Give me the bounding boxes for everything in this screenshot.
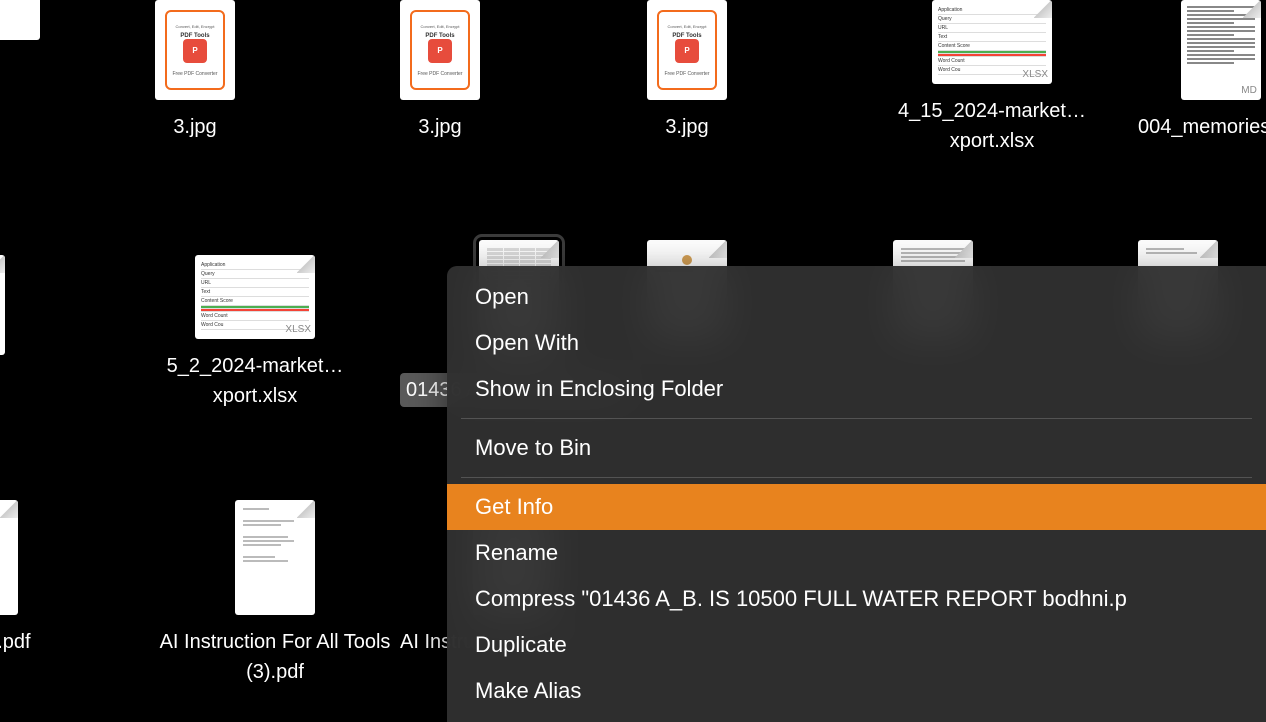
- file-item-3jpg-3[interactable]: Convert, Edit, Encrypt PDF Tools P Free …: [647, 0, 727, 142]
- file-item-3jpg-2[interactable]: Convert, Edit, Encrypt PDF Tools P Free …: [400, 0, 480, 142]
- file-item-partial-pdf[interactable]: n For .pdf: [0, 500, 31, 657]
- file-label: 004_memories.md: [1138, 112, 1266, 142]
- menu-open[interactable]: Open: [447, 274, 1266, 320]
- xlsx-row: URL: [201, 279, 309, 288]
- pdf-icon: P: [183, 39, 207, 63]
- pdf-tools-thumb: Convert, Edit, Encrypt PDF Tools P Free …: [657, 10, 717, 90]
- file-icon: Convert, Edit, Encrypt PDF Tools P Free …: [155, 0, 235, 100]
- file-item-partial-xlsx[interactable]: .xlsx: [0, 255, 5, 397]
- xlsx-badge: XLSX: [285, 324, 311, 335]
- menu-rename[interactable]: Rename: [447, 530, 1266, 576]
- xlsx-row: Text: [938, 33, 1046, 42]
- menu-get-info[interactable]: Get Info: [447, 484, 1266, 530]
- pdf-top-label: Convert, Edit, Encrypt: [668, 24, 707, 29]
- pdf-top-label: Convert, Edit, Encrypt: [176, 24, 215, 29]
- file-label: AI Instruction For All Tools (3).pdf: [155, 627, 395, 687]
- xlsx-row: Word Count: [201, 312, 309, 321]
- pdf-title: PDF Tools: [672, 33, 701, 39]
- dog-ear-icon: [297, 255, 315, 273]
- menu-move-to-bin[interactable]: Move to Bin: [447, 425, 1266, 471]
- file-icon: Application Query URL Text Content Score…: [195, 255, 315, 339]
- xlsx-row: Content Score: [938, 42, 1046, 51]
- file-label: 3.jpg: [665, 112, 708, 142]
- file-icon: Convert, Edit, Encrypt PDF Tools P Free …: [647, 0, 727, 100]
- file-label: 5_2_2024-market…xport.xlsx: [135, 351, 375, 411]
- xlsx-row: Text: [201, 288, 309, 297]
- xlsx-row: Word Count: [938, 57, 1046, 66]
- dog-ear-icon: [1243, 0, 1261, 18]
- file-label: 4_15_2024-market…xport.xlsx: [872, 96, 1112, 156]
- file-icon: [0, 255, 5, 355]
- menu-separator: [461, 418, 1252, 419]
- pdf-bottom-label: Free PDF Converter: [417, 71, 462, 77]
- menu-separator: [461, 477, 1252, 478]
- pdf-icon: P: [428, 39, 452, 63]
- pdf-tools-thumb: Convert, Edit, Encrypt PDF Tools P Free …: [410, 10, 470, 90]
- file-item-xlsx-2[interactable]: Application Query URL Text Content Score…: [135, 255, 375, 411]
- menu-show-in-folder[interactable]: Show in Enclosing Folder: [447, 366, 1266, 412]
- emblem-icon: [682, 255, 692, 265]
- xlsx-row: Query: [201, 270, 309, 279]
- file-icon: Convert, Edit, Encrypt PDF Tools P Free …: [400, 0, 480, 100]
- pdf-bottom-label: Free PDF Converter: [664, 71, 709, 77]
- file-item-md[interactable]: MD 004_memories.md: [1138, 0, 1266, 142]
- dog-ear-icon: [1034, 0, 1052, 18]
- dog-ear-icon: [0, 500, 18, 518]
- xlsx-row: Application: [201, 261, 309, 270]
- file-icon: [235, 500, 315, 615]
- pdf-tools-thumb: Convert, Edit, Encrypt PDF Tools P Free …: [165, 10, 225, 90]
- pdf-top-label: Convert, Edit, Encrypt: [421, 24, 460, 29]
- file-item-partial-1[interactable]: [0, 0, 40, 40]
- menu-duplicate[interactable]: Duplicate: [447, 622, 1266, 668]
- dog-ear-icon: [709, 240, 727, 258]
- file-icon: MD: [1181, 0, 1261, 100]
- file-label: 3.jpg: [418, 112, 461, 142]
- file-icon: [0, 0, 40, 40]
- file-item-ai-instruction-1[interactable]: AI Instruction For All Tools (3).pdf: [155, 500, 395, 687]
- pdf-title: PDF Tools: [425, 33, 454, 39]
- file-item-3jpg-1[interactable]: Convert, Edit, Encrypt PDF Tools P Free …: [155, 0, 235, 142]
- xlsx-row: Query: [938, 15, 1046, 24]
- pdf-icon: P: [675, 39, 699, 63]
- pdf-bottom-label: Free PDF Converter: [172, 71, 217, 77]
- file-item-xlsx-1[interactable]: Application Query URL Text Content Score…: [872, 0, 1112, 156]
- dog-ear-icon: [955, 240, 973, 258]
- xlsx-row: Application: [938, 6, 1046, 15]
- dog-ear-icon: [0, 255, 5, 273]
- dog-ear-icon: [1200, 240, 1218, 258]
- file-icon: Application Query URL Text Content Score…: [932, 0, 1052, 84]
- dog-ear-icon: [541, 240, 559, 258]
- menu-make-alias[interactable]: Make Alias: [447, 668, 1266, 714]
- md-badge: MD: [1241, 85, 1257, 96]
- xlsx-row: Content Score: [201, 297, 309, 306]
- context-menu: Open Open With Show in Enclosing Folder …: [447, 266, 1266, 722]
- pdf-title: PDF Tools: [180, 33, 209, 39]
- xlsx-row: URL: [938, 24, 1046, 33]
- file-label: n For .pdf: [0, 627, 31, 657]
- menu-compress[interactable]: Compress "01436 A_B. IS 10500 FULL WATER…: [447, 576, 1266, 622]
- menu-open-with[interactable]: Open With: [447, 320, 1266, 366]
- file-label: 3.jpg: [173, 112, 216, 142]
- dog-ear-icon: [297, 500, 315, 518]
- file-icon: [0, 500, 18, 615]
- xlsx-badge: XLSX: [1022, 69, 1048, 80]
